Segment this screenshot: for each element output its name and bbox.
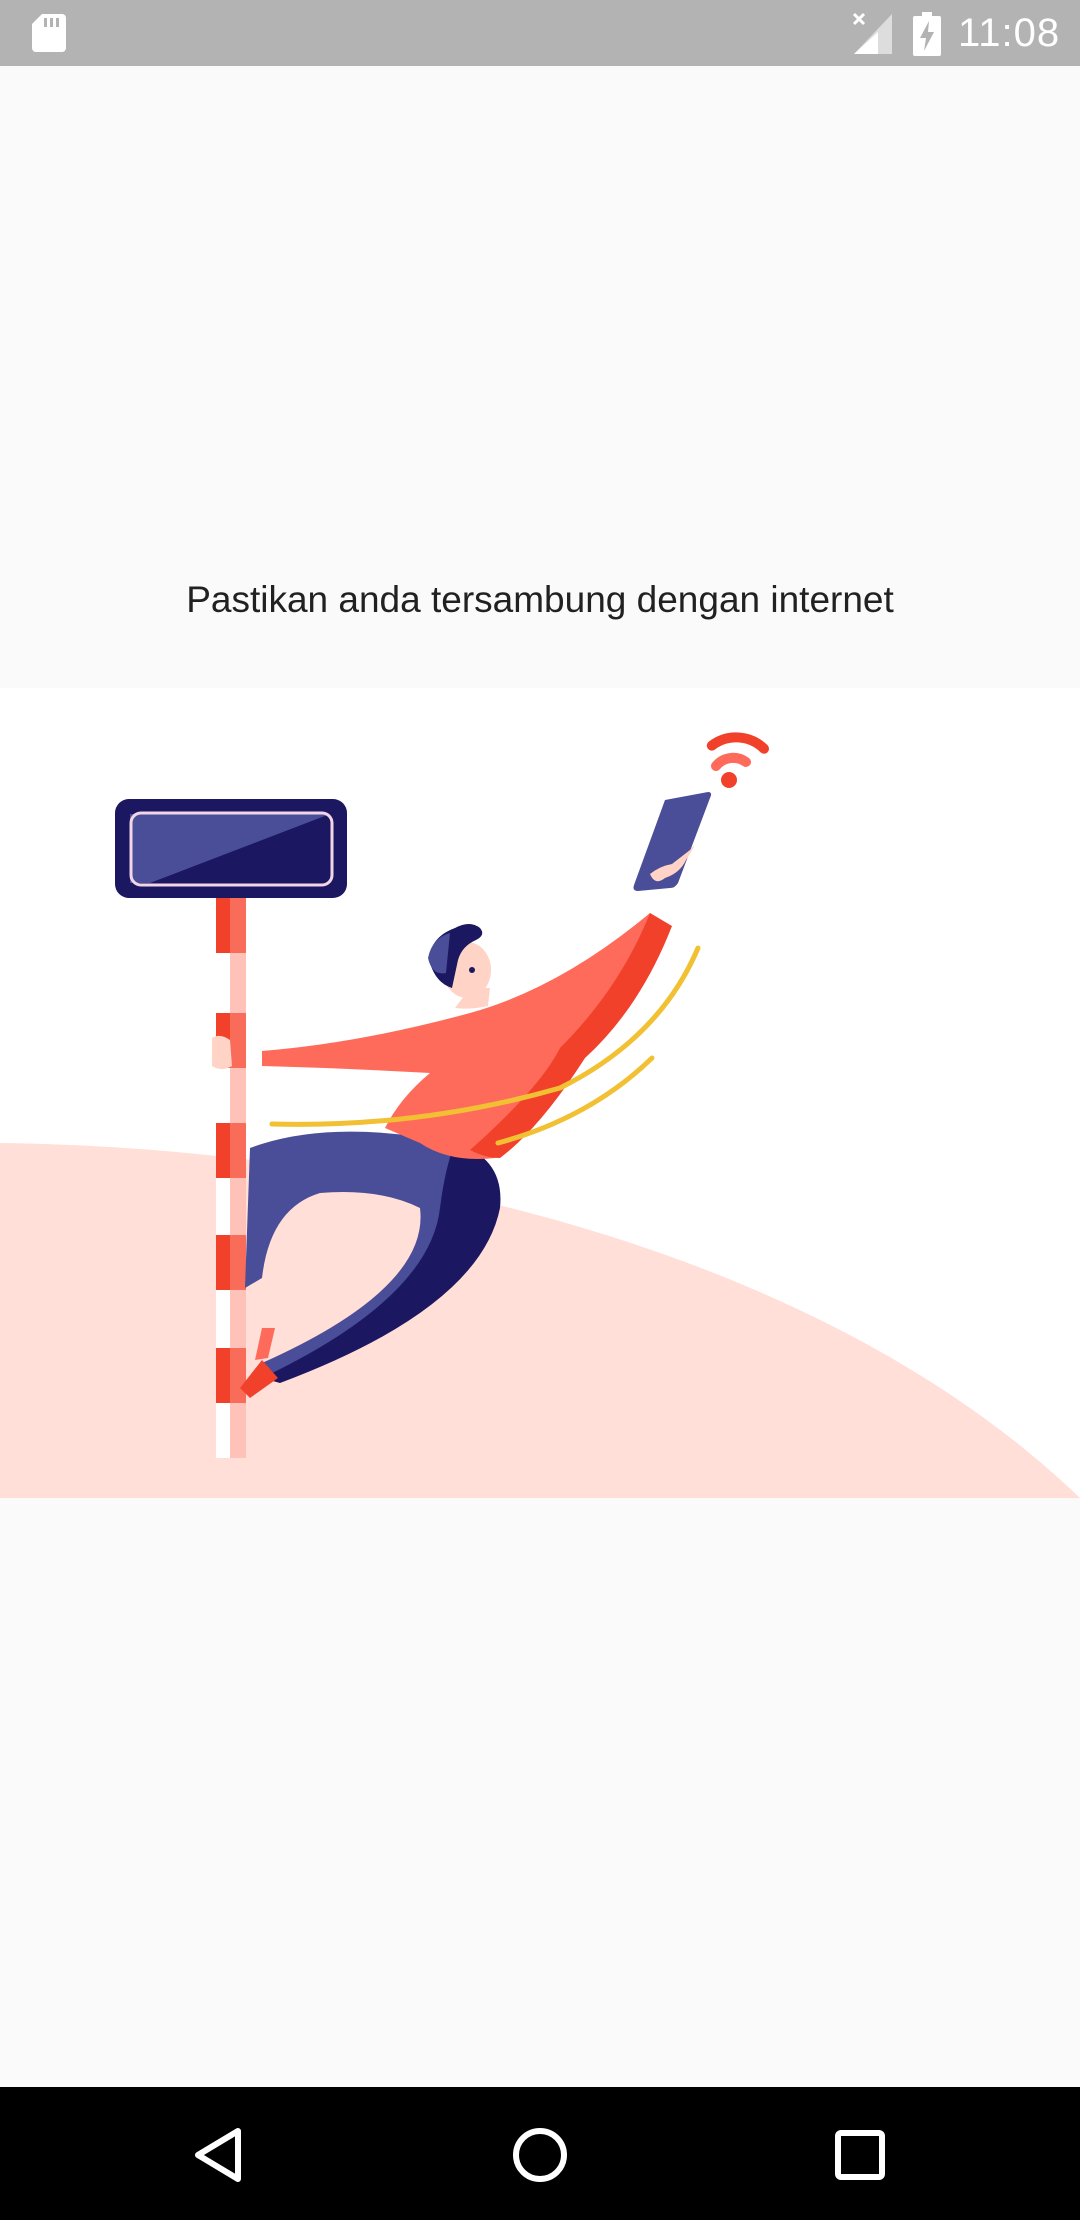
no-signal-icon [852, 12, 892, 54]
sd-card-icon [32, 14, 66, 52]
illustration-canvas [0, 732, 1080, 1498]
phone [633, 792, 712, 891]
status-time: 11:08 [958, 11, 1061, 55]
recents-icon[interactable] [820, 2115, 900, 2195]
battery-charging-icon [913, 12, 941, 56]
home-icon[interactable] [500, 2115, 580, 2195]
wifi-icon [706, 732, 770, 788]
no-internet-illustration [0, 688, 1080, 1498]
screen: 11:08 Pastikan anda tersambung dengan in… [0, 0, 1080, 2220]
navigation-bar [0, 2087, 1080, 2220]
ground-hill [0, 1143, 1080, 1498]
striped-pole [216, 898, 246, 1458]
hand-on-pole [212, 1035, 232, 1069]
status-bar: 11:08 [0, 0, 1080, 66]
head [428, 924, 491, 1009]
sign-board [115, 799, 347, 898]
back-icon[interactable] [180, 2115, 260, 2195]
no-internet-message: Pastikan anda tersambung dengan internet [186, 579, 894, 620]
